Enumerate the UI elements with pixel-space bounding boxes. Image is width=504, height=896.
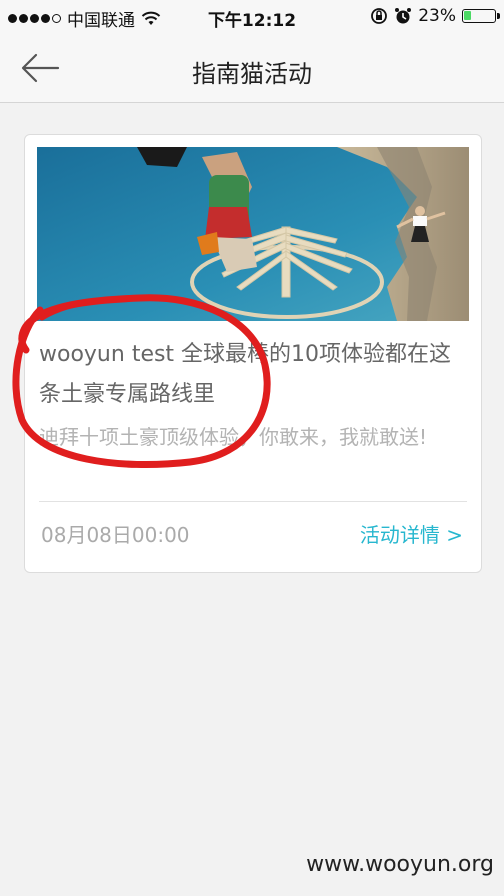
activity-details-link[interactable]: 活动详情 > [360,519,463,548]
page-title: 指南猫活动 [192,60,312,88]
battery-percent: 23% [418,6,456,26]
activity-title: wooyun test 全球最棒的10项体验都在这条土豪专属路线里 [39,342,452,407]
card-divider [39,501,467,502]
watermark: www.wooyun.org [306,852,494,877]
rotation-lock-icon [371,8,388,24]
activity-card[interactable]: wooyun test 全球最棒的10项体验都在这条土豪专属路线里 迪拜十项土豪… [24,134,482,573]
nav-bar: 指南猫活动 [0,36,504,103]
alarm-icon [395,8,412,24]
activity-cover-image [37,147,469,321]
activity-description: 迪拜十项土豪顶级体验，你敢来，我就敢送! [39,425,428,449]
status-bar: 中国联通 下午12:12 23% [0,0,504,36]
activity-date: 08月08日00:00 [41,523,190,547]
battery-icon [462,9,500,23]
